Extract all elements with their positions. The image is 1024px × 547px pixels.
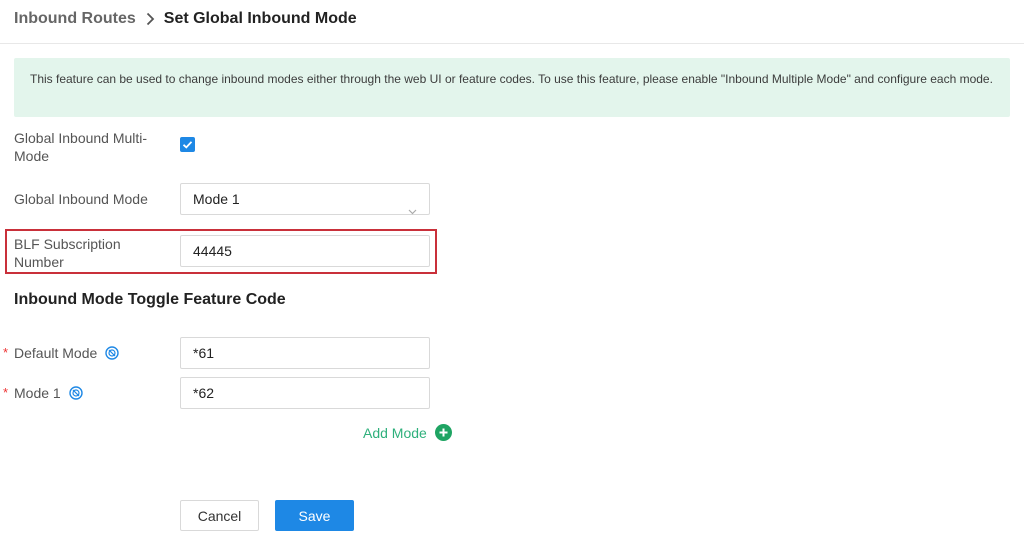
- default-mode-field[interactable]: [193, 339, 429, 367]
- default-mode-input[interactable]: [180, 337, 430, 369]
- mode1-label-text: Mode 1: [14, 385, 61, 401]
- page-header: Inbound Routes Set Global Inbound Mode: [0, 0, 1024, 44]
- mode1-field[interactable]: [193, 379, 429, 407]
- info-notice: This feature can be used to change inbou…: [14, 58, 1010, 117]
- inbound-mode-label: Global Inbound Mode: [14, 191, 148, 207]
- help-icon[interactable]: [105, 346, 119, 364]
- help-icon[interactable]: [68, 386, 83, 404]
- blf-number-input[interactable]: [180, 235, 430, 267]
- chevron-right-icon: [146, 12, 155, 26]
- default-mode-label-text: Default Mode: [14, 345, 98, 361]
- multi-mode-checkbox[interactable]: [180, 137, 195, 152]
- cancel-button[interactable]: Cancel: [180, 500, 259, 531]
- breadcrumb: Inbound Routes Set Global Inbound Mode: [14, 10, 357, 28]
- chevron-down-icon: [408, 195, 417, 225]
- blf-label: BLF Subscription Number: [14, 236, 121, 270]
- add-mode-label: Add Mode: [363, 424, 427, 441]
- checkmark-icon: [182, 141, 193, 149]
- blf-number-field[interactable]: [193, 237, 429, 265]
- page-title: Set Global Inbound Mode: [163, 10, 357, 27]
- add-mode-button[interactable]: Add Mode: [363, 424, 452, 441]
- mode1-input[interactable]: [180, 377, 430, 409]
- inbound-mode-select[interactable]: Mode 1: [180, 183, 430, 215]
- breadcrumb-inbound-routes[interactable]: Inbound Routes: [14, 10, 136, 28]
- default-mode-label: * Default Mode: [3, 344, 119, 364]
- mode1-label: * Mode 1: [3, 384, 83, 404]
- inbound-mode-value: Mode 1: [193, 191, 240, 207]
- plus-circle-icon: [434, 424, 452, 441]
- required-mark: *: [3, 345, 9, 360]
- required-mark: *: [3, 385, 9, 400]
- section-title: Inbound Mode Toggle Feature Code: [14, 291, 286, 308]
- multi-mode-label: Global Inbound Multi-Mode: [14, 130, 148, 164]
- save-button[interactable]: Save: [275, 500, 354, 531]
